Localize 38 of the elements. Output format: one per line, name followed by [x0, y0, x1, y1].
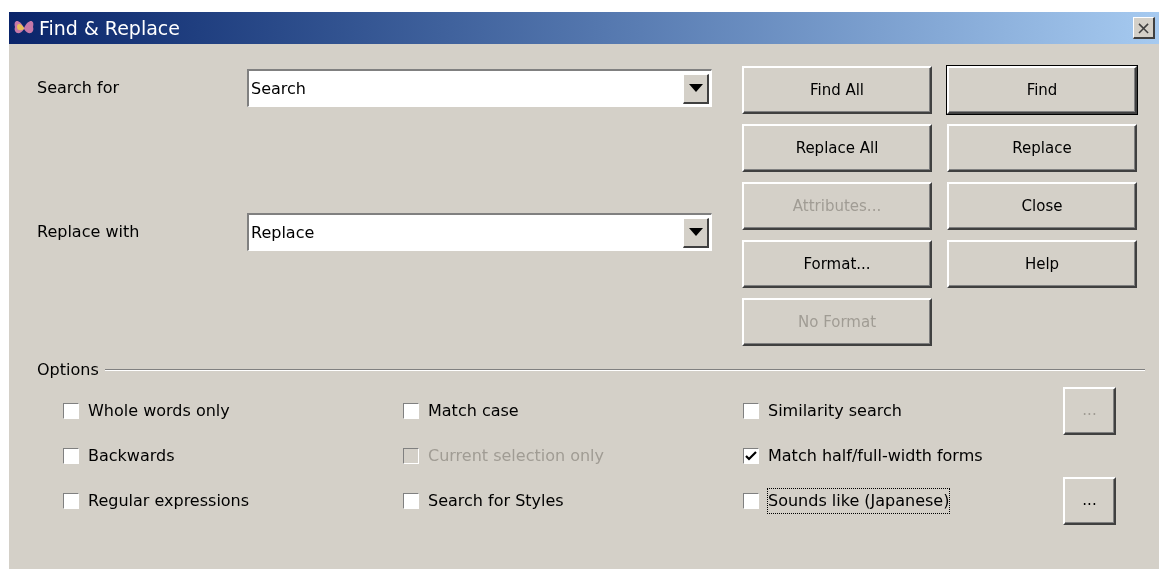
checkbox-label: Match half/full-width forms — [768, 444, 983, 467]
dropdown-arrow-icon — [688, 84, 703, 92]
options-heading: Options — [37, 359, 99, 381]
field-label: Replace with — [37, 221, 141, 243]
combo-value: Search — [250, 77, 307, 100]
checkbox-label: Similarity search — [768, 399, 902, 422]
dialog-button[interactable]: Find All — [742, 66, 932, 114]
checkbox-label: Whole words only — [88, 399, 230, 422]
checkbox[interactable] — [63, 447, 79, 464]
dropdown-button[interactable] — [683, 217, 709, 248]
checkbox-label: Match case — [428, 399, 519, 422]
window-title: Find & Replace — [39, 15, 181, 41]
checkbox[interactable] — [63, 492, 79, 509]
checkbox[interactable] — [743, 492, 759, 509]
checkbox-label: Backwards — [88, 444, 175, 467]
dropdown-arrow-icon — [688, 228, 703, 236]
checkbox-label: Regular expressions — [88, 489, 250, 512]
dialog-button[interactable]: Replace — [947, 124, 1137, 172]
dialog-button[interactable]: Format... — [742, 240, 932, 288]
dialog-button[interactable]: Close — [947, 182, 1137, 230]
dropdown-button[interactable] — [683, 73, 709, 104]
combo-value: Replace — [250, 221, 316, 244]
combo-box[interactable]: Replace — [247, 213, 712, 251]
checkbox[interactable] — [743, 447, 759, 464]
checkbox[interactable] — [403, 402, 419, 419]
dialog-button[interactable]: Help — [947, 240, 1137, 288]
dialog-button[interactable]: Replace All — [742, 124, 932, 172]
checkbox[interactable] — [63, 402, 79, 419]
checkbox-label: Search for Styles — [428, 489, 564, 512]
checkmark-icon — [745, 450, 757, 461]
checkbox[interactable] — [403, 492, 419, 509]
dialog-button[interactable]: Find — [947, 66, 1137, 114]
checkbox[interactable] — [743, 402, 759, 419]
field-label: Search for — [37, 77, 121, 99]
ellipsis-button[interactable]: ... — [1063, 476, 1116, 525]
close-button[interactable]: × — [1133, 17, 1155, 39]
checkbox-label: Sounds like (Japanese) — [768, 488, 950, 513]
combo-box[interactable]: Search — [247, 69, 712, 107]
